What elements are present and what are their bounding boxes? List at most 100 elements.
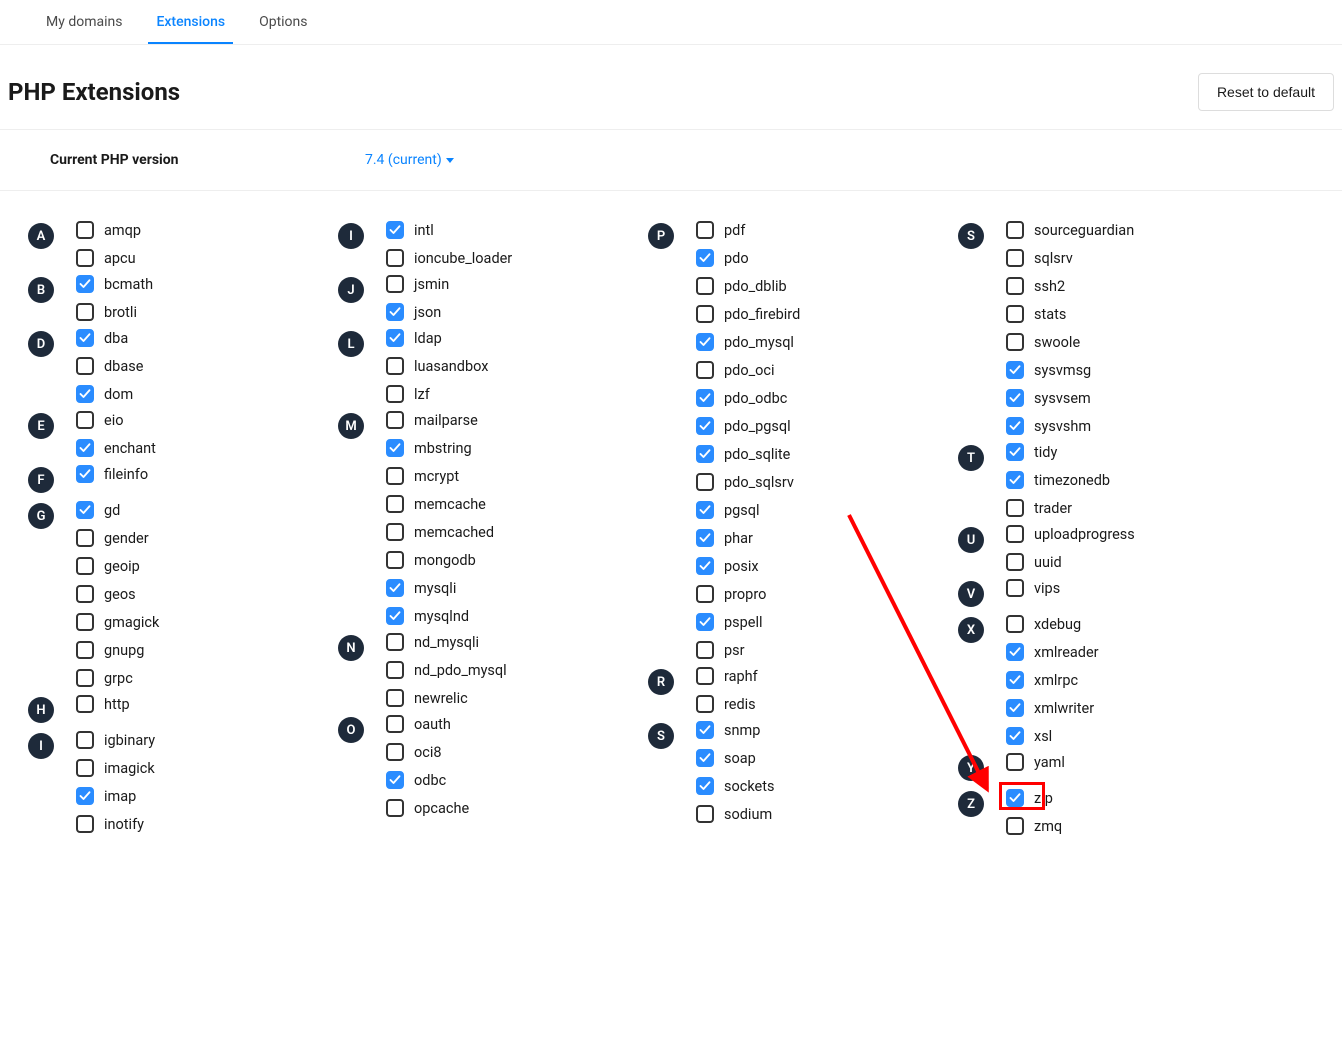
extension-posix[interactable]: posix xyxy=(696,557,800,575)
checkbox-icon[interactable] xyxy=(76,669,94,687)
extension-sysvmsg[interactable]: sysvmsg xyxy=(1006,361,1134,379)
extension-imap[interactable]: imap xyxy=(76,787,155,805)
checkbox-icon[interactable] xyxy=(696,721,714,739)
tab-my-domains[interactable]: My domains xyxy=(38,0,130,44)
extension-http[interactable]: http xyxy=(76,695,130,713)
extension-pdo_oci[interactable]: pdo_oci xyxy=(696,361,800,379)
checkbox-icon[interactable] xyxy=(76,815,94,833)
extension-apcu[interactable]: apcu xyxy=(76,249,141,267)
extension-odbc[interactable]: odbc xyxy=(386,771,469,789)
extension-pdo_sqlite[interactable]: pdo_sqlite xyxy=(696,445,800,463)
extension-timezonedb[interactable]: timezonedb xyxy=(1006,471,1110,489)
extension-pdo_mysql[interactable]: pdo_mysql xyxy=(696,333,800,351)
extension-trader[interactable]: trader xyxy=(1006,499,1110,517)
extension-stats[interactable]: stats xyxy=(1006,305,1134,323)
extension-lzf[interactable]: lzf xyxy=(386,385,488,403)
checkbox-icon[interactable] xyxy=(1006,361,1024,379)
extension-redis[interactable]: redis xyxy=(696,695,758,713)
checkbox-icon[interactable] xyxy=(1006,277,1024,295)
extension-pdf[interactable]: pdf xyxy=(696,221,800,239)
checkbox-icon[interactable] xyxy=(1006,699,1024,717)
checkbox-icon[interactable] xyxy=(386,329,404,347)
extension-pdo_pgsql[interactable]: pdo_pgsql xyxy=(696,417,800,435)
extension-sodium[interactable]: sodium xyxy=(696,805,774,823)
extension-soap[interactable]: soap xyxy=(696,749,774,767)
extension-enchant[interactable]: enchant xyxy=(76,439,156,457)
checkbox-icon[interactable] xyxy=(386,249,404,267)
checkbox-icon[interactable] xyxy=(76,529,94,547)
extension-grpc[interactable]: grpc xyxy=(76,669,159,687)
checkbox-icon[interactable] xyxy=(76,731,94,749)
extension-sysvshm[interactable]: sysvshm xyxy=(1006,417,1134,435)
extension-imagick[interactable]: imagick xyxy=(76,759,155,777)
checkbox-icon[interactable] xyxy=(696,557,714,575)
checkbox-icon[interactable] xyxy=(76,385,94,403)
extension-mcrypt[interactable]: mcrypt xyxy=(386,467,494,485)
checkbox-icon[interactable] xyxy=(76,641,94,659)
tab-extensions[interactable]: Extensions xyxy=(148,0,233,44)
extension-amqp[interactable]: amqp xyxy=(76,221,141,239)
extension-luasandbox[interactable]: luasandbox xyxy=(386,357,488,375)
checkbox-icon[interactable] xyxy=(76,557,94,575)
extension-gd[interactable]: gd xyxy=(76,501,159,519)
extension-eio[interactable]: eio xyxy=(76,411,156,429)
checkbox-icon[interactable] xyxy=(386,385,404,403)
checkbox-icon[interactable] xyxy=(386,633,404,651)
checkbox-icon[interactable] xyxy=(76,303,94,321)
checkbox-icon[interactable] xyxy=(696,445,714,463)
extension-vips[interactable]: vips xyxy=(1006,579,1060,597)
checkbox-icon[interactable] xyxy=(386,607,404,625)
checkbox-icon[interactable] xyxy=(386,523,404,541)
extension-gnupg[interactable]: gnupg xyxy=(76,641,159,659)
extension-xdebug[interactable]: xdebug xyxy=(1006,615,1099,633)
extension-pgsql[interactable]: pgsql xyxy=(696,501,800,519)
extension-oauth[interactable]: oauth xyxy=(386,715,469,733)
extension-memcache[interactable]: memcache xyxy=(386,495,494,513)
checkbox-icon[interactable] xyxy=(386,275,404,293)
extension-json[interactable]: json xyxy=(386,303,449,321)
checkbox-icon[interactable] xyxy=(386,357,404,375)
checkbox-icon[interactable] xyxy=(696,417,714,435)
extension-oci8[interactable]: oci8 xyxy=(386,743,469,761)
checkbox-icon[interactable] xyxy=(1006,443,1024,461)
checkbox-icon[interactable] xyxy=(76,465,94,483)
checkbox-icon[interactable] xyxy=(386,551,404,569)
extension-xmlwriter[interactable]: xmlwriter xyxy=(1006,699,1099,717)
checkbox-icon[interactable] xyxy=(1006,221,1024,239)
extension-mbstring[interactable]: mbstring xyxy=(386,439,494,457)
checkbox-icon[interactable] xyxy=(386,411,404,429)
extension-psr[interactable]: psr xyxy=(696,641,800,659)
extension-pdo[interactable]: pdo xyxy=(696,249,800,267)
extension-propro[interactable]: propro xyxy=(696,585,800,603)
checkbox-icon[interactable] xyxy=(76,249,94,267)
checkbox-icon[interactable] xyxy=(386,303,404,321)
extension-swoole[interactable]: swoole xyxy=(1006,333,1134,351)
checkbox-icon[interactable] xyxy=(386,771,404,789)
checkbox-icon[interactable] xyxy=(1006,579,1024,597)
checkbox-icon[interactable] xyxy=(76,357,94,375)
extension-mysqli[interactable]: mysqli xyxy=(386,579,494,597)
checkbox-icon[interactable] xyxy=(696,305,714,323)
checkbox-icon[interactable] xyxy=(1006,249,1024,267)
extension-pspell[interactable]: pspell xyxy=(696,613,800,631)
checkbox-icon[interactable] xyxy=(76,759,94,777)
checkbox-icon[interactable] xyxy=(1006,615,1024,633)
checkbox-icon[interactable] xyxy=(696,333,714,351)
checkbox-icon[interactable] xyxy=(1006,553,1024,571)
checkbox-icon[interactable] xyxy=(696,529,714,547)
checkbox-icon[interactable] xyxy=(76,501,94,519)
extension-brotli[interactable]: brotli xyxy=(76,303,153,321)
checkbox-icon[interactable] xyxy=(386,689,404,707)
extension-intl[interactable]: intl xyxy=(386,221,512,239)
checkbox-icon[interactable] xyxy=(386,495,404,513)
extension-dbase[interactable]: dbase xyxy=(76,357,143,375)
extension-bcmath[interactable]: bcmath xyxy=(76,275,153,293)
extension-ssh2[interactable]: ssh2 xyxy=(1006,277,1134,295)
checkbox-icon[interactable] xyxy=(386,661,404,679)
extension-memcached[interactable]: memcached xyxy=(386,523,494,541)
extension-geos[interactable]: geos xyxy=(76,585,159,603)
extension-pdo_dblib[interactable]: pdo_dblib xyxy=(696,277,800,295)
checkbox-icon[interactable] xyxy=(1006,499,1024,517)
checkbox-icon[interactable] xyxy=(386,579,404,597)
extension-ioncube_loader[interactable]: ioncube_loader xyxy=(386,249,512,267)
